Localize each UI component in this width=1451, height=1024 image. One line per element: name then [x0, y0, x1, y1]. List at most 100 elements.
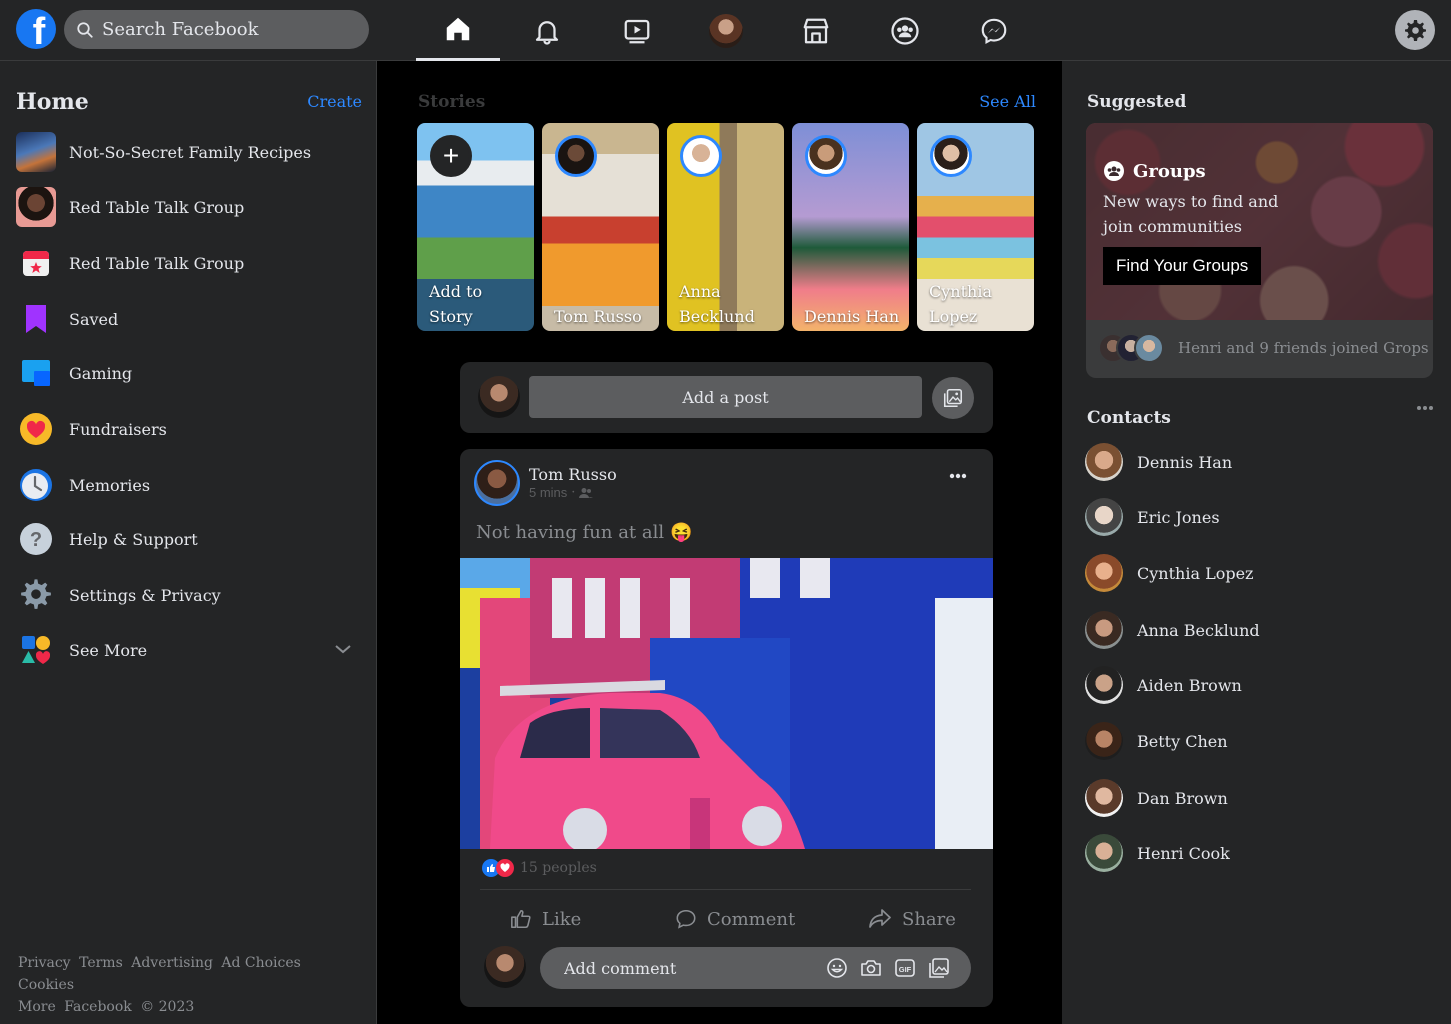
share-label: Share [902, 908, 956, 930]
search-bar[interactable] [64, 10, 369, 49]
footer-link-more[interactable]: More [18, 999, 56, 1015]
share-button[interactable]: Share [868, 899, 956, 939]
comment-box[interactable]: GIF [540, 947, 971, 989]
story-card[interactable]: Tom Russo [542, 123, 659, 331]
bell-icon [535, 20, 559, 45]
post-text: Not having fun at all 😝 [476, 522, 693, 543]
emoji-icon[interactable] [825, 956, 849, 980]
suggested-groups-card[interactable]: Groups New ways to find and join communi… [1086, 123, 1433, 378]
contacts-options-icon[interactable] [1416, 405, 1434, 411]
add-story-plus-icon[interactable]: + [430, 135, 472, 177]
footer-brand: Facebook [64, 999, 132, 1015]
contact-item[interactable]: Dan Brown [1085, 778, 1228, 818]
sidebar-item-help[interactable]: ? Help & Support [16, 518, 361, 560]
contact-name: Anna Becklund [1137, 620, 1260, 640]
gif-icon[interactable]: GIF [893, 956, 917, 980]
sidebar-item-label: Saved [69, 309, 119, 329]
footer-link-ad-choices[interactable]: Ad Choices [221, 955, 300, 971]
user-avatar [484, 946, 526, 988]
calendar-star-icon [16, 243, 56, 283]
top-bar: f [0, 0, 1451, 61]
find-your-groups-button[interactable]: Find Your Groups [1103, 247, 1262, 285]
sidebar-item-red-table-2[interactable]: Red Table Talk Group [16, 242, 361, 284]
nav-watch[interactable] [595, 0, 679, 61]
svg-text:?: ? [30, 529, 42, 551]
story-name: Tom Russo [554, 307, 642, 326]
footer-link-privacy[interactable]: Privacy [18, 955, 71, 971]
post-author-avatar[interactable] [474, 460, 520, 506]
gaming-icon [16, 353, 56, 393]
reactions-summary[interactable]: 15 peoples [482, 859, 597, 877]
contact-item[interactable]: Henri Cook [1085, 833, 1230, 873]
photo-button[interactable] [932, 377, 974, 419]
nav-notifications[interactable] [505, 0, 589, 61]
stories-title: Stories [418, 92, 486, 112]
story-avatar [930, 135, 972, 177]
sidebar-item-label: Help & Support [69, 529, 198, 549]
post-author-name[interactable]: Tom Russo [529, 465, 617, 484]
sidebar-item-red-table-1[interactable]: Red Table Talk Group [16, 186, 361, 228]
contact-name: Eric Jones [1137, 507, 1220, 527]
sidebar-item-gaming[interactable]: Gaming [16, 352, 361, 394]
facebook-logo[interactable]: f [16, 9, 56, 49]
story-card[interactable]: Anna Becklund [667, 123, 784, 331]
contact-name: Dennis Han [1137, 452, 1233, 472]
contact-avatar [1085, 611, 1123, 649]
footer-link-cookies[interactable]: Cookies [18, 977, 74, 993]
sidebar-item-memories[interactable]: Memories [16, 464, 361, 506]
sidebar-item-family-recipes[interactable]: Not-So-Secret Family Recipes [16, 131, 361, 173]
like-label: Like [542, 908, 582, 930]
photo-icon [943, 388, 963, 408]
comment-button[interactable]: Comment [675, 899, 795, 939]
more-options-icon[interactable] [949, 473, 967, 479]
contact-item[interactable]: Aiden Brown [1085, 665, 1242, 705]
contact-item[interactable]: Betty Chen [1085, 721, 1228, 761]
share-icon [869, 909, 891, 928]
footer-link-advertising[interactable]: Advertising [131, 955, 213, 971]
nav-home[interactable] [416, 0, 500, 61]
contact-name: Dan Brown [1137, 788, 1228, 808]
sidebar-item-fundraisers[interactable]: Fundraisers [16, 408, 361, 450]
search-input[interactable] [102, 19, 352, 40]
sidebar-item-see-more[interactable]: See More [16, 629, 361, 671]
post-time: 5 mins [529, 485, 568, 500]
nav-profile[interactable] [684, 0, 768, 61]
group-photo-icon [16, 132, 56, 172]
contacts-title: Contacts [1087, 408, 1171, 428]
contact-item[interactable]: Dennis Han [1085, 442, 1232, 482]
story-card-add[interactable]: + Add to Story [417, 123, 534, 331]
feed-post: Tom Russo 5 mins · Not having fun at all… [460, 449, 993, 1007]
contact-avatar [1085, 834, 1123, 872]
post-image[interactable] [460, 558, 993, 849]
chevron-down-icon[interactable] [333, 639, 353, 659]
story-name: Add to Story [429, 282, 483, 326]
settings-button[interactable] [1395, 10, 1435, 50]
footer-copyright: © 2023 [140, 999, 195, 1015]
nav-groups[interactable] [863, 0, 947, 61]
contact-item[interactable]: Anna Becklund [1085, 610, 1260, 650]
groups-icon [1104, 161, 1124, 181]
story-card[interactable]: Cynthia Lopez [917, 123, 1034, 331]
like-button[interactable]: Like [510, 899, 581, 939]
sidebar-item-settings[interactable]: Settings & Privacy [16, 574, 361, 616]
see-all-stories-link[interactable]: See All [979, 92, 1036, 111]
footer-link-terms[interactable]: Terms [79, 955, 123, 971]
sticker-icon[interactable] [927, 956, 951, 980]
contact-item[interactable]: Eric Jones [1085, 497, 1220, 537]
create-link[interactable]: Create [307, 92, 362, 111]
contact-item[interactable]: Cynthia Lopez [1085, 553, 1253, 593]
love-reaction-icon [496, 859, 514, 877]
story-card[interactable]: Dennis Han [792, 123, 909, 331]
nav-marketplace[interactable] [774, 0, 858, 61]
sidebar-item-saved[interactable]: Saved [16, 298, 361, 340]
sidebar-item-label: See More [69, 640, 148, 660]
contact-avatar [1085, 443, 1123, 481]
nav-messenger[interactable] [952, 0, 1036, 61]
divider [480, 889, 971, 890]
reactions-count: 15 peoples [520, 860, 597, 876]
svg-text:GIF: GIF [899, 965, 912, 974]
comment-input[interactable] [564, 958, 814, 978]
camera-icon[interactable] [859, 956, 883, 980]
sidebar-item-label: Not-So-Secret Family Recipes [69, 142, 312, 162]
add-post-button[interactable]: Add a post [529, 376, 922, 418]
